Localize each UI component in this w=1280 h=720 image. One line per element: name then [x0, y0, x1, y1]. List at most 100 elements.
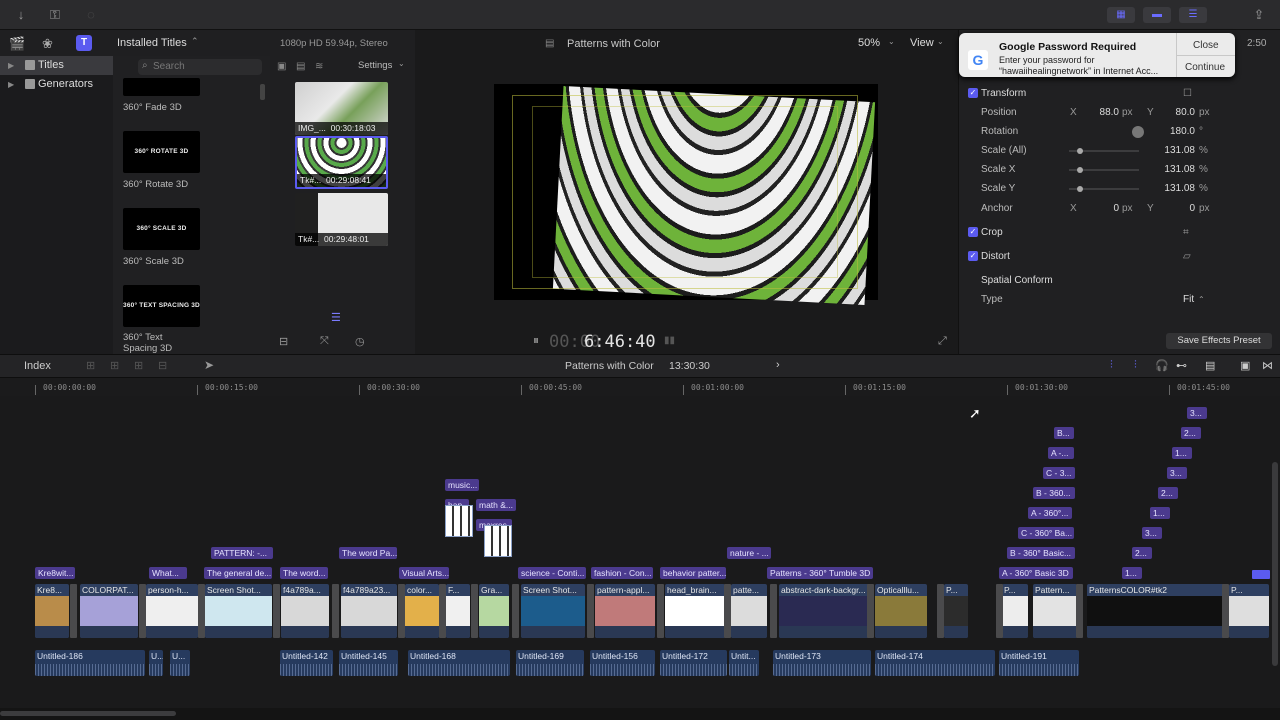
keywords-icon[interactable]: ⚿ [46, 7, 64, 23]
title-clip[interactable]: A - 360°... [1028, 507, 1072, 519]
crop-section[interactable]: ✓ Crop ⌗ [959, 223, 1280, 242]
fullscreen-icon[interactable]: ⤢ [938, 335, 947, 348]
close-button[interactable]: Close [1193, 40, 1219, 51]
video-clip[interactable]: P... [1002, 584, 1028, 638]
snapping-icon[interactable]: ⊷ [1176, 359, 1187, 372]
video-clip[interactable]: abstract-dark-backgr... [779, 584, 871, 638]
save-effects-preset-button[interactable]: Save Effects Preset [1166, 333, 1272, 349]
index-button[interactable]: Index [24, 360, 51, 372]
clip-appearance-icon[interactable]: ▤ [296, 61, 305, 72]
audio-clip[interactable]: Untitled-173 [773, 650, 871, 676]
title-clip[interactable]: math &... [476, 499, 516, 511]
crop-checkbox[interactable]: ✓ [968, 227, 978, 237]
anchor-y-field[interactable]: 0 [1159, 199, 1195, 218]
title-clip[interactable]: 2... [1181, 427, 1201, 439]
photos-icon[interactable]: ❀ [42, 36, 53, 52]
transform-tool-icon[interactable]: ⤧ [320, 335, 329, 348]
import-icon[interactable]: ↓ [12, 7, 30, 23]
gap-clip[interactable] [512, 584, 519, 638]
disclosure-icon[interactable]: ▶ [8, 61, 14, 70]
audio-clip[interactable]: Untitled-172 [660, 650, 727, 676]
anchor-x-field[interactable]: 0 [1085, 199, 1119, 218]
audio-clip[interactable]: Untitled-168 [408, 650, 510, 676]
headphones-icon[interactable]: 🎧 [1155, 359, 1169, 372]
gap-clip[interactable] [471, 584, 478, 638]
connect-clip-icon[interactable]: ⊞ [86, 359, 95, 372]
title-clip[interactable]: The word... [280, 567, 328, 579]
gap-clip[interactable] [587, 584, 594, 638]
video-clip[interactable]: f4a789a23... [341, 584, 397, 638]
select-tool-icon[interactable]: ➤ [204, 358, 214, 372]
video-clip[interactable]: F... [446, 584, 470, 638]
gap-clip[interactable] [198, 584, 205, 638]
clapper-icon[interactable]: 🎬 [9, 36, 25, 52]
title-clip[interactable]: 3... [1167, 467, 1187, 479]
effects-browser-icon[interactable]: ▣ [1240, 359, 1250, 372]
scale-all-slider[interactable] [1069, 148, 1139, 154]
browser-scrollbar[interactable] [260, 84, 265, 100]
title-clip[interactable]: Kre8wit... [35, 567, 75, 579]
position-y-field[interactable]: 80.0 [1159, 103, 1195, 122]
gap-clip[interactable] [273, 584, 280, 638]
slider-knob[interactable] [1077, 186, 1083, 192]
gap-clip[interactable] [657, 584, 664, 638]
position-x-field[interactable]: 88.0 [1085, 103, 1119, 122]
clip-thumbnail[interactable]: Tk#... 00:29:48:01 [295, 193, 388, 246]
video-clip[interactable]: Screen Shot... [205, 584, 272, 638]
gap-clip[interactable] [70, 584, 77, 638]
title-clip[interactable]: C - 360° Ba... [1018, 527, 1074, 539]
title-clip[interactable]: 2... [1158, 487, 1178, 499]
title-thumb[interactable]: 360° ROTATE 3D [123, 131, 200, 173]
video-canvas[interactable] [494, 84, 878, 306]
video-clip[interactable]: P... [1229, 584, 1269, 638]
distort-icon[interactable]: ▱ [1183, 247, 1191, 266]
title-clip[interactable]: 3... [1187, 407, 1207, 419]
audio-clip[interactable]: Untitled-156 [590, 650, 655, 676]
title-clip[interactable]: behavior patter... [660, 567, 726, 579]
scale-all-field[interactable]: 131.08 [1155, 141, 1195, 160]
video-clip[interactable]: pattern-appl... [595, 584, 655, 638]
title-clip[interactable]: The general de... [204, 567, 272, 579]
rotation-dial[interactable] [1132, 126, 1144, 138]
playhead-marker[interactable] [1252, 570, 1270, 579]
rotation-field[interactable]: 180.0 [1155, 122, 1195, 141]
clip-appearance-button[interactable]: ⊟ [279, 335, 288, 348]
title-clip[interactable]: 2... [1132, 547, 1152, 559]
title-clip[interactable]: B - 360° Basic... [1007, 547, 1075, 559]
timeline-ruler[interactable]: 00:00:00:00 00:00:15:00 00:00:30:00 00:00:4… [0, 378, 1280, 396]
browser-title[interactable]: Installed Titles [117, 37, 187, 49]
distort-checkbox[interactable]: ✓ [968, 251, 978, 261]
title-clip[interactable]: 3... [1142, 527, 1162, 539]
video-clip[interactable]: Opticalllu... [875, 584, 927, 638]
view-dropdown[interactable]: View [910, 37, 934, 49]
audio-clip[interactable]: Untitled-174 [875, 650, 995, 676]
audio-clip[interactable]: Untitled-145 [339, 650, 398, 676]
gap-clip[interactable] [996, 584, 1003, 638]
video-clip[interactable]: Pattern... [1033, 584, 1077, 638]
title-clip[interactable]: A -... [1048, 447, 1074, 459]
video-clip[interactable]: P... [944, 584, 968, 638]
onscreen-controls-icon[interactable]: ☐ [1183, 84, 1192, 103]
filmstrip-icon[interactable]: ▣ [277, 61, 286, 72]
scale-y-field[interactable]: 131.08 [1155, 179, 1195, 198]
video-clip[interactable]: PatternsCOLOR#tk2 [1087, 584, 1227, 638]
audio-clip[interactable]: Untit... [729, 650, 759, 676]
video-clip[interactable]: f4a789a... [281, 584, 329, 638]
title-clip[interactable]: Patterns - 360° Tumble 3D [767, 567, 873, 579]
sidebar-item-titles[interactable]: ▶ Titles [0, 56, 113, 75]
connected-image-clip[interactable] [484, 525, 512, 557]
gap-clip[interactable] [439, 584, 446, 638]
zoom-dropdown[interactable]: 50% [858, 37, 880, 49]
transitions-icon[interactable]: ⋈ [1262, 359, 1273, 372]
video-clip[interactable]: head_brain... [665, 584, 725, 638]
distort-section[interactable]: ✓ Distort ▱ [959, 247, 1280, 266]
scroll-thumb[interactable] [0, 711, 176, 716]
audio-clip[interactable]: U... [170, 650, 190, 676]
skimming-icon[interactable]: ⫶ [1110, 359, 1113, 372]
titles-generators-icon[interactable]: T [76, 35, 92, 51]
timeline-vscroll[interactable] [1272, 462, 1278, 666]
audio-clip[interactable]: Untitled-169 [516, 650, 584, 676]
append-clip-icon[interactable]: ⊞ [134, 359, 143, 372]
timeline-layout-button[interactable]: ▬ [1143, 7, 1171, 23]
video-clip[interactable]: Gra... [479, 584, 509, 638]
